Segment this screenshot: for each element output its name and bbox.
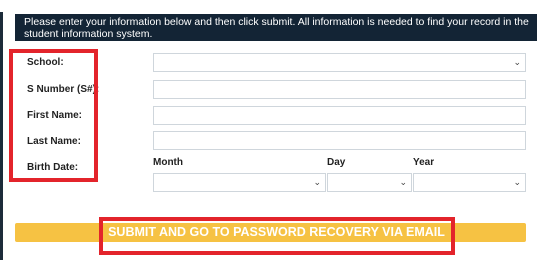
last-name-input[interactable] (153, 131, 526, 150)
instructions-header: Please enter your information below and … (15, 14, 537, 41)
birth-year-select[interactable]: ⌄ (413, 173, 526, 192)
submit-highlight-box (99, 217, 455, 255)
cropped-page-heading (0, 0, 541, 12)
snumber-input[interactable] (153, 80, 526, 99)
chevron-down-icon: ⌄ (513, 57, 521, 67)
chevron-down-icon: ⌄ (399, 177, 407, 187)
chevron-down-icon: ⌄ (513, 177, 521, 187)
labels-highlight-box (9, 49, 98, 182)
birth-day-select[interactable]: ⌄ (327, 173, 412, 192)
year-label: Year (413, 157, 435, 168)
first-name-input[interactable] (153, 106, 526, 125)
instructions-text: Please enter your information below and … (24, 16, 529, 40)
day-label: Day (327, 157, 346, 168)
birth-month-select[interactable]: ⌄ (153, 173, 326, 192)
school-select[interactable]: ⌄ (153, 53, 526, 72)
month-label: Month (153, 157, 183, 168)
chevron-down-icon: ⌄ (313, 177, 321, 187)
